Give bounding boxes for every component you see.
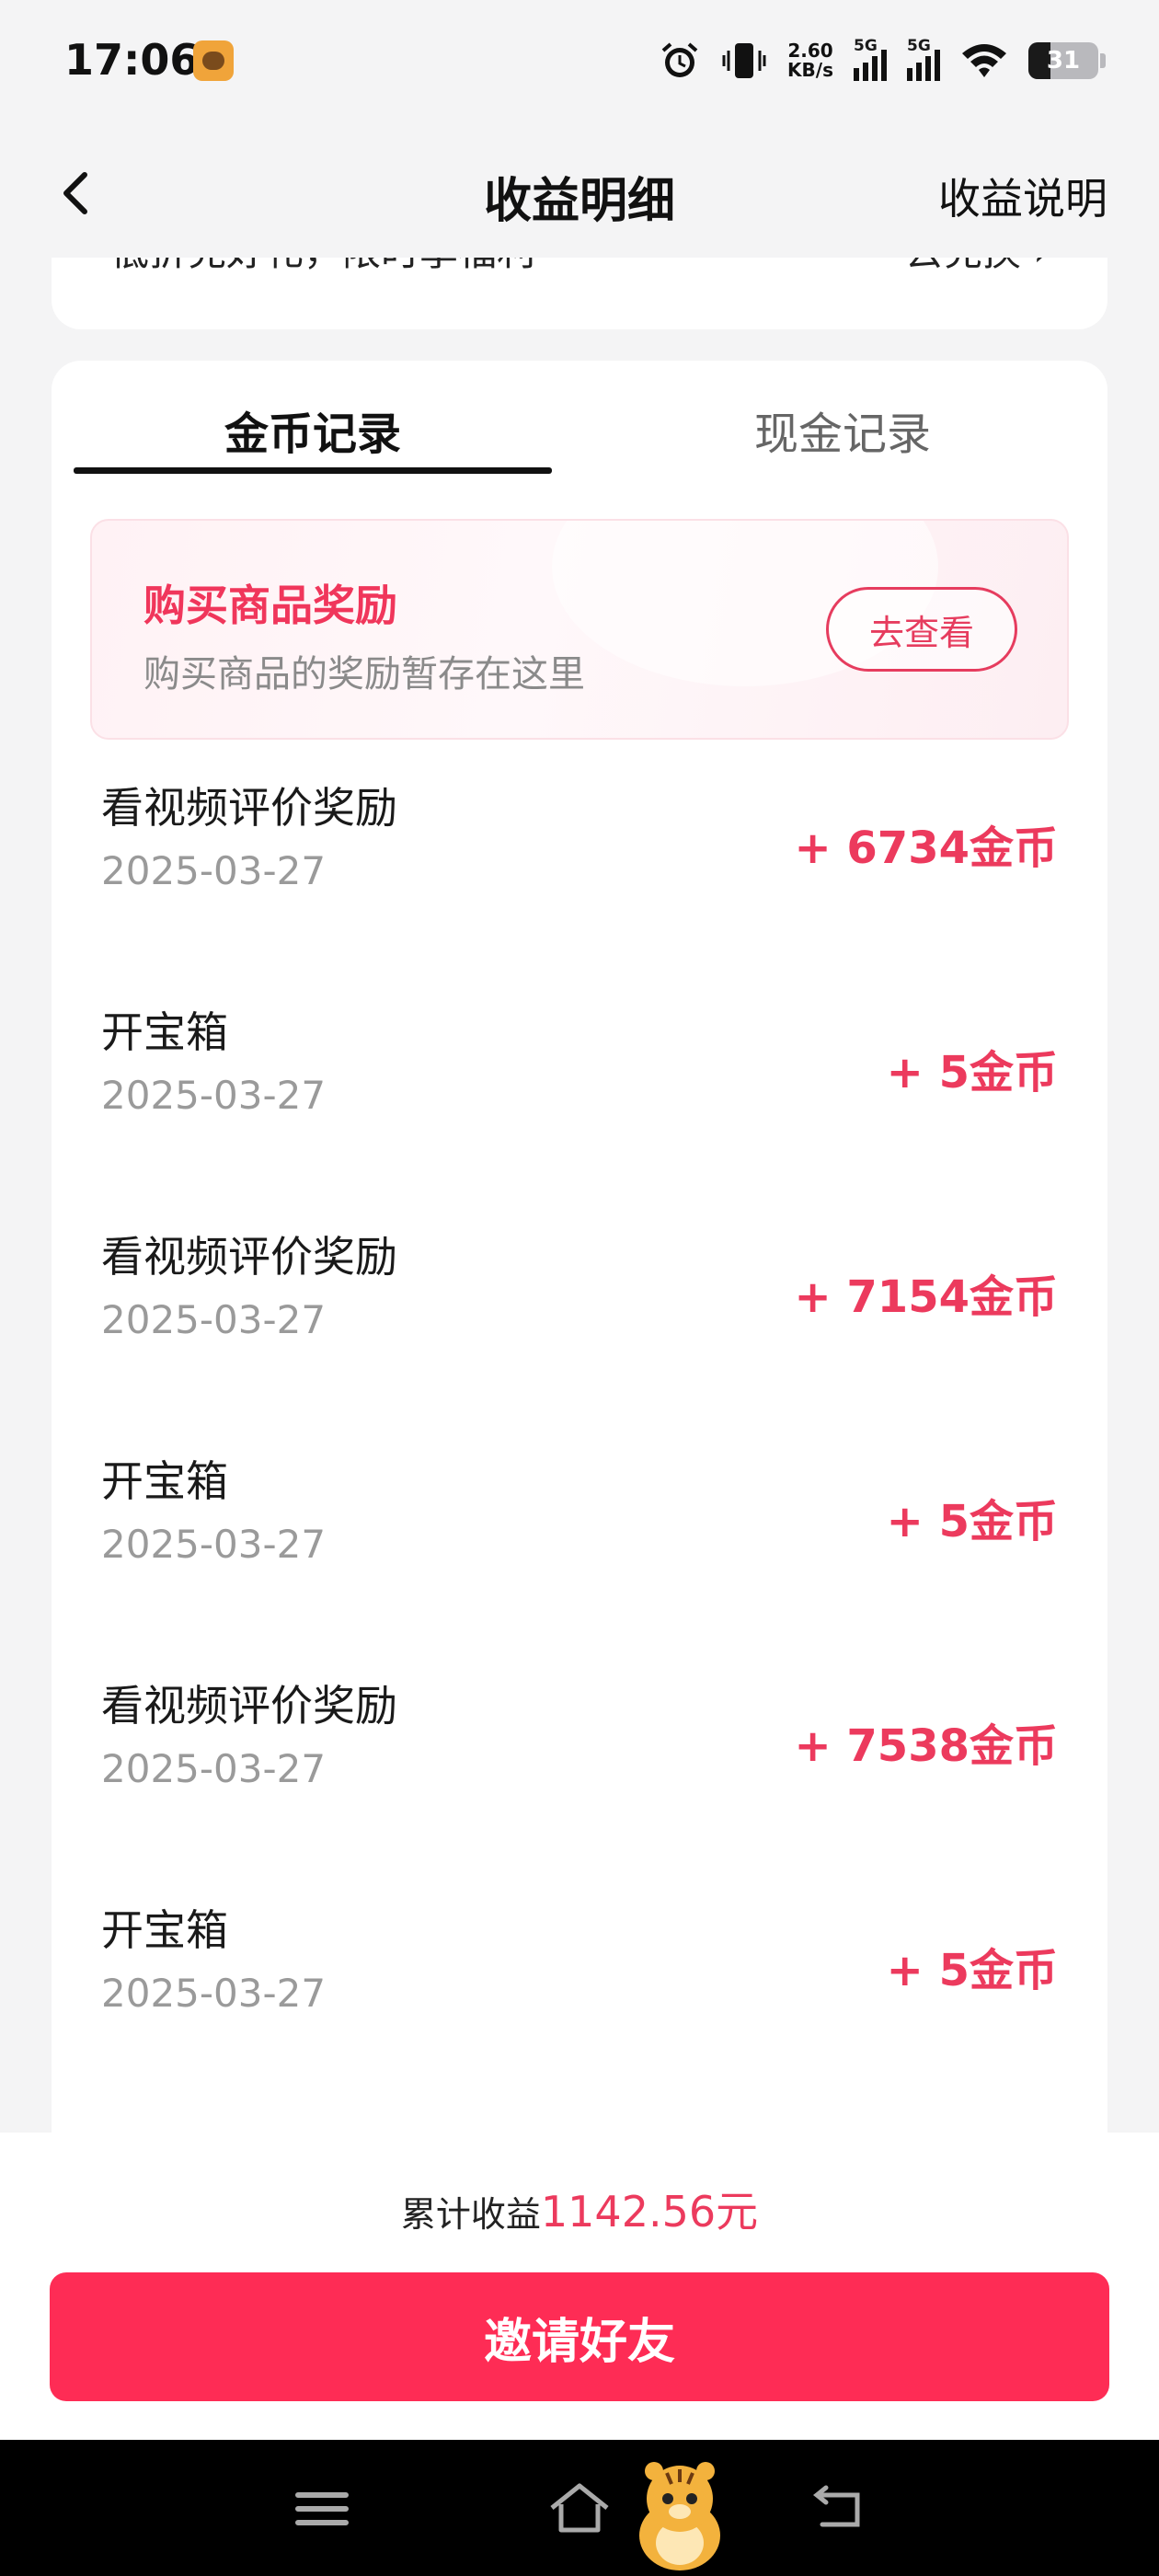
status-bar: 17:06 2.60 KB/s 5G 5G 31 bbox=[0, 0, 1159, 129]
record-name: 开宝箱 bbox=[101, 1456, 228, 1506]
record-date: 2025-03-27 bbox=[101, 1971, 327, 2016]
battery-level: 31 bbox=[1046, 47, 1081, 75]
alarm-icon bbox=[659, 40, 701, 81]
banner-title: 购买商品奖励 bbox=[143, 581, 397, 630]
signal-icon: 5G bbox=[854, 37, 887, 81]
app-notification-icon bbox=[193, 40, 234, 81]
total-earnings-label: 累计收益 bbox=[400, 2194, 541, 2235]
view-button[interactable]: 去查看 bbox=[826, 587, 1017, 672]
list-item[interactable]: 看视频评价奖励 2025-03-27 + 7538金币 bbox=[52, 1673, 1107, 1897]
network-speed-unit: KB/s bbox=[787, 59, 833, 81]
list-item[interactable]: 开宝箱 2025-03-27 + 5金币 bbox=[52, 999, 1107, 1224]
status-icons: 2.60 KB/s 5G 5G 31 bbox=[659, 33, 1106, 88]
record-amount: + 5金币 bbox=[886, 1496, 1058, 1547]
total-earnings-value: 1142.56元 bbox=[540, 2187, 759, 2237]
record-name: 看视频评价奖励 bbox=[101, 783, 397, 833]
record-amount: + 5金币 bbox=[886, 1047, 1058, 1098]
list-item[interactable]: 开宝箱 2025-03-27 + 5金币 bbox=[52, 1448, 1107, 1673]
status-time: 17:06 bbox=[64, 35, 200, 85]
record-date: 2025-03-27 bbox=[101, 1073, 327, 1118]
sim1-label: 5G bbox=[854, 37, 878, 55]
mascot-icon bbox=[625, 2458, 734, 2572]
tab-cash-records[interactable]: 现金记录 bbox=[603, 397, 1082, 462]
record-amount: + 6734金币 bbox=[794, 822, 1058, 874]
purchase-reward-banner[interactable]: 购买商品奖励 购买商品的奖励暂存在这里 去查看 bbox=[90, 519, 1069, 740]
vibrate-icon bbox=[721, 40, 767, 81]
record-name: 看视频评价奖励 bbox=[101, 1681, 397, 1731]
record-name: 开宝箱 bbox=[101, 1905, 228, 1955]
record-amount: + 5金币 bbox=[886, 1945, 1058, 1996]
record-list: 看视频评价奖励 2025-03-27 + 6734金币 开宝箱 2025-03-… bbox=[52, 775, 1107, 2122]
list-item[interactable]: 看视频评价奖励 2025-03-27 + 7154金币 bbox=[52, 1224, 1107, 1448]
record-date: 2025-03-27 bbox=[101, 1297, 327, 1342]
invite-friends-button[interactable]: 邀请好友 bbox=[50, 2272, 1109, 2401]
record-amount: + 7154金币 bbox=[794, 1271, 1058, 1323]
signal-icon: 5G bbox=[907, 37, 940, 81]
tab-active-indicator bbox=[74, 467, 552, 474]
record-name: 开宝箱 bbox=[101, 1007, 228, 1057]
nav-bar: 收益明细 收益说明 bbox=[0, 129, 1159, 258]
battery-icon: 31 bbox=[1028, 42, 1098, 79]
tab-coin-records[interactable]: 金币记录 bbox=[74, 397, 552, 462]
record-date: 2025-03-27 bbox=[101, 848, 327, 893]
record-date: 2025-03-27 bbox=[101, 1746, 327, 1791]
battery-cap bbox=[1100, 53, 1106, 68]
system-nav-bar bbox=[0, 2440, 1159, 2576]
wifi-icon bbox=[960, 40, 1008, 81]
list-item[interactable]: 开宝箱 2025-03-27 + 5金币 bbox=[52, 1897, 1107, 2122]
earnings-explanation-link[interactable]: 收益说明 bbox=[938, 166, 1107, 226]
bottom-panel: 累计收益1142.56元 邀请好友 bbox=[0, 2133, 1159, 2440]
back-gesture-icon[interactable] bbox=[800, 2477, 874, 2541]
record-date: 2025-03-27 bbox=[101, 1522, 327, 1567]
banner-subtitle: 购买商品的奖励暂存在这里 bbox=[143, 653, 585, 696]
home-icon[interactable] bbox=[543, 2477, 616, 2541]
record-amount: + 7538金币 bbox=[794, 1720, 1058, 1772]
records-card: 金币记录 现金记录 购买商品奖励 购买商品的奖励暂存在这里 去查看 看视频评价奖… bbox=[52, 361, 1107, 2201]
list-item[interactable]: 看视频评价奖励 2025-03-27 + 6734金币 bbox=[52, 775, 1107, 999]
menu-icon[interactable] bbox=[285, 2477, 359, 2541]
sim2-label: 5G bbox=[907, 37, 931, 55]
record-tabs: 金币记录 现金记录 bbox=[52, 361, 1107, 480]
total-earnings: 累计收益1142.56元 bbox=[0, 2179, 1159, 2239]
record-name: 看视频评价奖励 bbox=[101, 1232, 397, 1282]
network-speed: 2.60 KB/s bbox=[787, 40, 833, 81]
network-speed-value: 2.60 bbox=[787, 40, 833, 62]
